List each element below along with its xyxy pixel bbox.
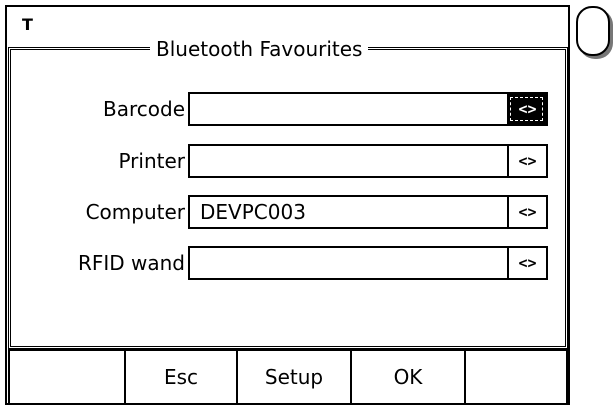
barcode-picker-button[interactable]: <> [507,94,546,124]
rfid-wand-field[interactable]: <> [188,246,548,280]
device-screen: T Bluetooth Favourites Barcode <> Printe… [0,0,615,414]
printer-label: Printer [118,149,185,173]
field-row-printer: Printer <> [30,144,550,178]
field-row-computer: Computer DEVPC003 <> [30,195,550,229]
dialog-title: Bluetooth Favourites [150,37,369,61]
field-row-barcode: Barcode <> [30,92,550,126]
rfid-wand-value[interactable] [190,248,507,278]
softkey-1[interactable] [8,349,126,405]
computer-value[interactable]: DEVPC003 [190,197,507,227]
softkey-bar: Esc Setup OK [8,349,568,405]
softkey-5[interactable] [464,349,568,405]
rfid-wand-picker-button[interactable]: <> [507,248,546,278]
corner-button-icon[interactable] [576,6,610,56]
printer-picker-button[interactable]: <> [507,146,546,176]
barcode-field[interactable]: <> [188,92,548,126]
barcode-value[interactable] [190,94,507,124]
status-marker: T [22,15,33,34]
rfid-wand-label: RFID wand [77,251,185,275]
computer-field[interactable]: DEVPC003 <> [188,195,548,229]
esc-button[interactable]: Esc [124,349,238,405]
printer-value[interactable] [190,146,507,176]
setup-button[interactable]: Setup [236,349,352,405]
field-row-rfid-wand: RFID wand <> [30,246,550,280]
computer-label: Computer [85,200,185,224]
ok-button[interactable]: OK [350,349,466,405]
computer-picker-button[interactable]: <> [507,197,546,227]
printer-field[interactable]: <> [188,144,548,178]
barcode-label: Barcode [103,97,185,121]
